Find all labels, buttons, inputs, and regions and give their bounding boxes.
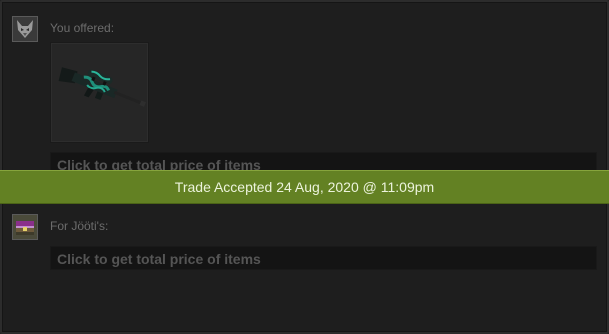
offered-item-slot[interactable] [50,42,149,143]
get-total-price-button[interactable]: Click to get total price of items [50,246,597,270]
wolf-icon [13,17,37,41]
chest-icon [13,215,37,239]
trade-status-banner: Trade Accepted 24 Aug, 2020 @ 11:09pm [0,170,609,204]
you-offered-label: You offered: [50,21,115,35]
for-user-label: For Jööti's: [50,219,109,233]
wolf-avatar-icon[interactable] [12,16,38,42]
chest-avatar-icon[interactable] [12,214,38,240]
awp-rifle-icon [58,67,146,107]
